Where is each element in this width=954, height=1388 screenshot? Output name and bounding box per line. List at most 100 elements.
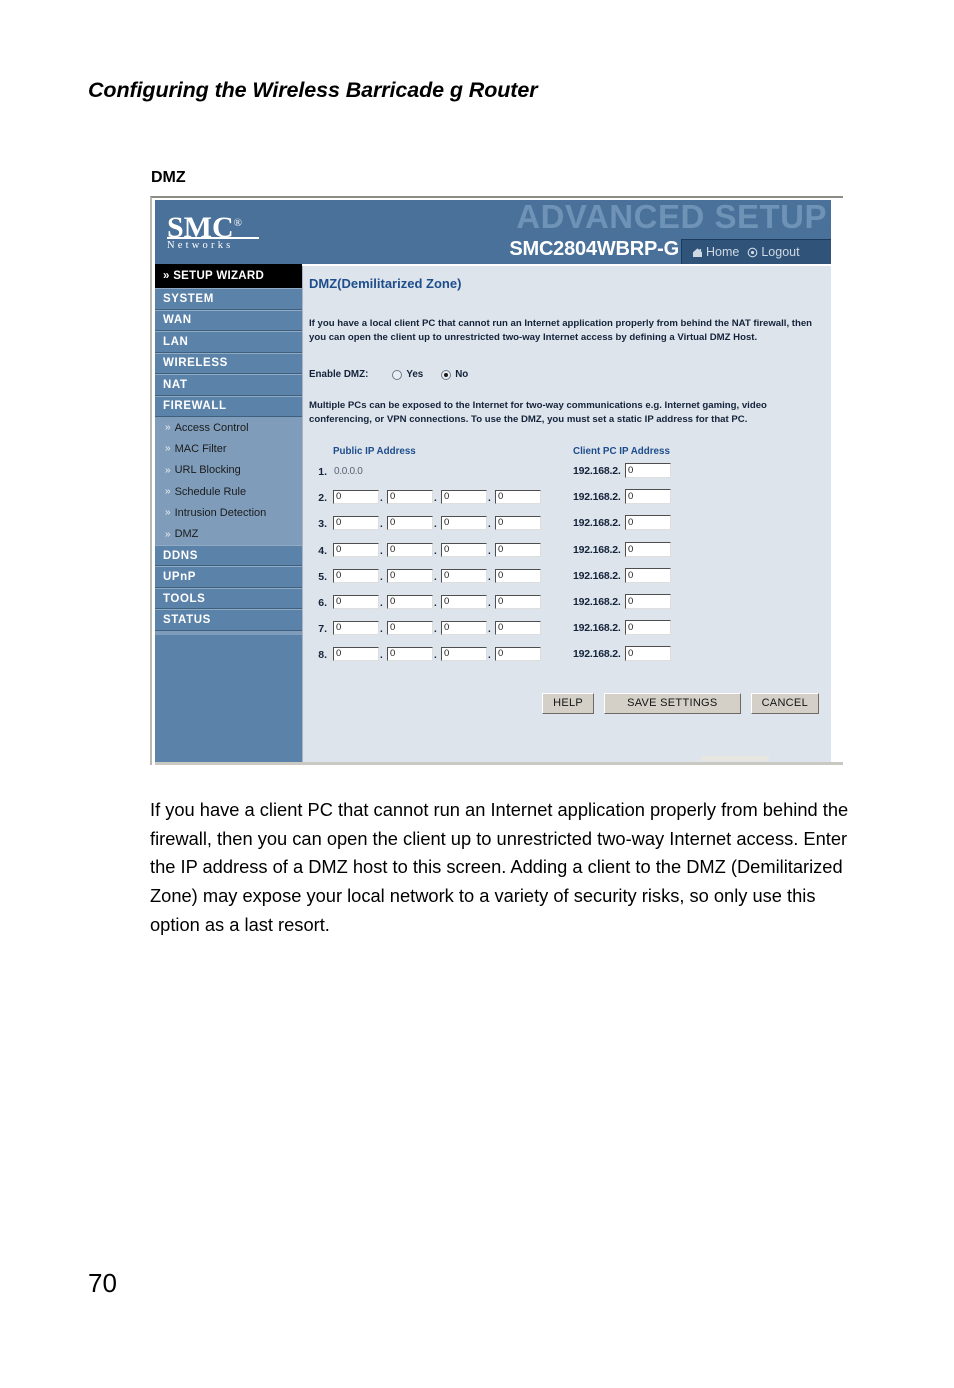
sidebar-item-wan[interactable]: WAN — [155, 309, 302, 331]
octet-separator-dot: . — [380, 571, 383, 583]
sidebar-item-firewall[interactable]: FIREWALL — [155, 395, 302, 417]
sidebar-subitem-label: Intrusion Detection — [174, 506, 267, 519]
radio-yes-icon[interactable] — [392, 369, 403, 380]
section-heading: DMZ — [151, 169, 186, 186]
sidebar-item-label: LAN — [163, 335, 189, 348]
sidebar-item-setup-wizard[interactable]: » SETUP WIZARD — [155, 264, 302, 288]
public-ip-octet-3-input[interactable]: 0 — [441, 595, 487, 609]
client-ip-octet-input[interactable]: 0 — [625, 541, 671, 557]
public-ip-octet-2-input[interactable]: 0 — [387, 568, 433, 583]
public-ip-octet-2-input[interactable]: 0 — [387, 595, 433, 609]
client-ip-octet-input[interactable]: 0 — [625, 567, 671, 583]
sidebar-subitem-mac-filter[interactable]: » MAC Filter — [155, 438, 302, 460]
sidebar-subitem-url-blocking[interactable]: » URL Blocking — [155, 459, 302, 481]
client-ip-prefix: 192.168.2. — [573, 569, 621, 582]
router-content-panel: DMZ(Demilitarized Zone) If you have a lo… — [302, 266, 831, 764]
public-ip-octet-2-input[interactable]: 0 — [387, 647, 433, 662]
public-ip-octet-4-input[interactable]: 0 — [495, 647, 541, 662]
sidebar-item-wireless[interactable]: WIRELESS — [155, 352, 302, 374]
octet-separator-dot: . — [380, 493, 383, 505]
public-ip-octet-4-input[interactable]: 0 — [495, 516, 541, 531]
public-ip-octet-3-input[interactable]: 0 — [441, 490, 487, 505]
sidebar-item-system[interactable]: SYSTEM — [155, 288, 302, 310]
client-ip-octet-input[interactable]: 0 — [625, 489, 671, 505]
sidebar-subitem-access-control[interactable]: » Access Control — [155, 417, 302, 439]
sidebar-item-label: STATUS — [163, 614, 211, 627]
sidebar-item-label: FIREWALL — [163, 400, 227, 413]
sidebar-subitem-label: Access Control — [174, 421, 249, 434]
enable-dmz-no-option[interactable]: No — [441, 369, 468, 380]
radio-no-icon[interactable] — [441, 369, 452, 380]
home-icon — [692, 247, 703, 258]
column-header-public-ip: Public IP Address — [333, 446, 416, 457]
sidebar-item-ddns[interactable]: DDNS — [155, 544, 302, 567]
sidebar-subitem-schedule-rule[interactable]: » Schedule Rule — [155, 480, 302, 503]
sidebar-item-nat[interactable]: NAT — [155, 374, 302, 396]
home-link[interactable]: Home — [692, 245, 739, 259]
octet-separator-dot: . — [380, 519, 383, 531]
octet-separator-dot: . — [434, 571, 437, 583]
sidebar-item-label: TOOLS — [163, 592, 206, 605]
public-ip-octet-1-input[interactable]: 0 — [333, 595, 379, 609]
sidebar-item-tools[interactable]: TOOLS — [155, 587, 302, 610]
dmz-table-row: 2. 0 0 0 0... 192.168.2. 0 — [303, 488, 831, 514]
help-button[interactable]: HELP — [542, 693, 595, 714]
public-ip-octet-3-input[interactable]: 0 — [441, 621, 487, 636]
button-bar: HELP SAVE SETTINGS CANCEL — [542, 693, 819, 714]
public-ip-octet-2-input[interactable]: 0 — [387, 490, 433, 505]
public-ip-octet-2-input[interactable]: 0 — [387, 621, 433, 636]
router-banner: ADVANCED SETUP SMC® Networks SMC2804WBRP… — [155, 200, 831, 264]
public-ip-octet-1-input[interactable]: 0 — [333, 568, 379, 583]
logout-link[interactable]: Logout — [747, 245, 800, 259]
public-ip-octet-4-input[interactable]: 0 — [495, 621, 541, 636]
octet-separator-dot: . — [434, 650, 437, 662]
enable-dmz-yes-option[interactable]: Yes — [392, 369, 423, 380]
client-ip-octet-input[interactable]: 0 — [625, 463, 671, 478]
public-ip-octet-4-input[interactable]: 0 — [495, 595, 541, 609]
client-ip-octet-input[interactable]: 0 — [625, 515, 671, 531]
client-ip-prefix: 192.168.2. — [573, 622, 621, 635]
sidebar-item-lan[interactable]: LAN — [155, 331, 302, 353]
client-ip-octet-input[interactable]: 0 — [625, 594, 671, 609]
public-ip-octet-3-input[interactable]: 0 — [441, 516, 487, 531]
octet-separator-dot: . — [488, 650, 491, 662]
client-ip-prefix: 192.168.2. — [573, 517, 621, 530]
public-ip-octet-2-input[interactable]: 0 — [387, 542, 433, 557]
public-ip-octet-4-input[interactable]: 0 — [495, 542, 541, 557]
sidebar-item-label: UPnP — [163, 571, 197, 584]
row-number: 3. — [318, 518, 327, 531]
octet-separator-dot: . — [488, 519, 491, 531]
dmz-table-row: 4. 0 0 0 0... 192.168.2. 0 — [303, 541, 831, 567]
smc-logo-text: SMC — [167, 211, 234, 244]
public-ip-octet-1-input[interactable]: 0 — [333, 542, 379, 557]
model-name: SMC2804WBRP-G — [509, 238, 679, 260]
row-number: 4. — [318, 544, 327, 557]
public-ip-octet-1-input[interactable]: 0 — [333, 490, 379, 505]
router-sidebar: » SETUP WIZARD SYSTEM WAN LAN WIRELESS NAT FI… — [155, 264, 302, 764]
public-ip-octet-3-input[interactable]: 0 — [441, 647, 487, 662]
sidebar-item-upnp[interactable]: UPnP — [155, 566, 302, 588]
public-ip-octet-1-input[interactable]: 0 — [333, 621, 379, 636]
smc-logo: SMC® Networks — [167, 208, 275, 251]
octet-separator-dot: . — [380, 650, 383, 662]
sidebar-item-status[interactable]: STATUS — [155, 609, 302, 631]
client-ip-octet-input[interactable]: 0 — [625, 646, 671, 662]
sidebar-subitem-dmz[interactable]: » DMZ — [155, 523, 302, 545]
client-ip-octet-input[interactable]: 0 — [625, 620, 671, 636]
save-settings-button[interactable]: SAVE SETTINGS — [604, 693, 741, 714]
public-ip-octet-3-input[interactable]: 0 — [441, 568, 487, 583]
client-ip-prefix: 192.168.2. — [573, 596, 621, 608]
public-ip-octet-4-input[interactable]: 0 — [495, 568, 541, 583]
public-ip-octet-3-input[interactable]: 0 — [441, 542, 487, 557]
octet-separator-dot: . — [434, 545, 437, 557]
public-ip-octet-1-input[interactable]: 0 — [333, 516, 379, 531]
sidebar-subitem-intrusion-detection[interactable]: » Intrusion Detection — [155, 502, 302, 524]
public-ip-octet-2-input[interactable]: 0 — [387, 516, 433, 531]
public-ip-octet-4-input[interactable]: 0 — [495, 490, 541, 505]
dmz-table-row: 7. 0 0 0 0... 192.168.2. 0 — [303, 619, 831, 645]
cancel-button[interactable]: CANCEL — [750, 693, 819, 714]
sidebar-item-label: WIRELESS — [163, 357, 228, 370]
public-ip-octet-1-input[interactable]: 0 — [333, 647, 379, 662]
enable-dmz-row: Enable DMZ: Yes No — [309, 369, 486, 380]
octet-separator-dot: . — [488, 571, 491, 583]
